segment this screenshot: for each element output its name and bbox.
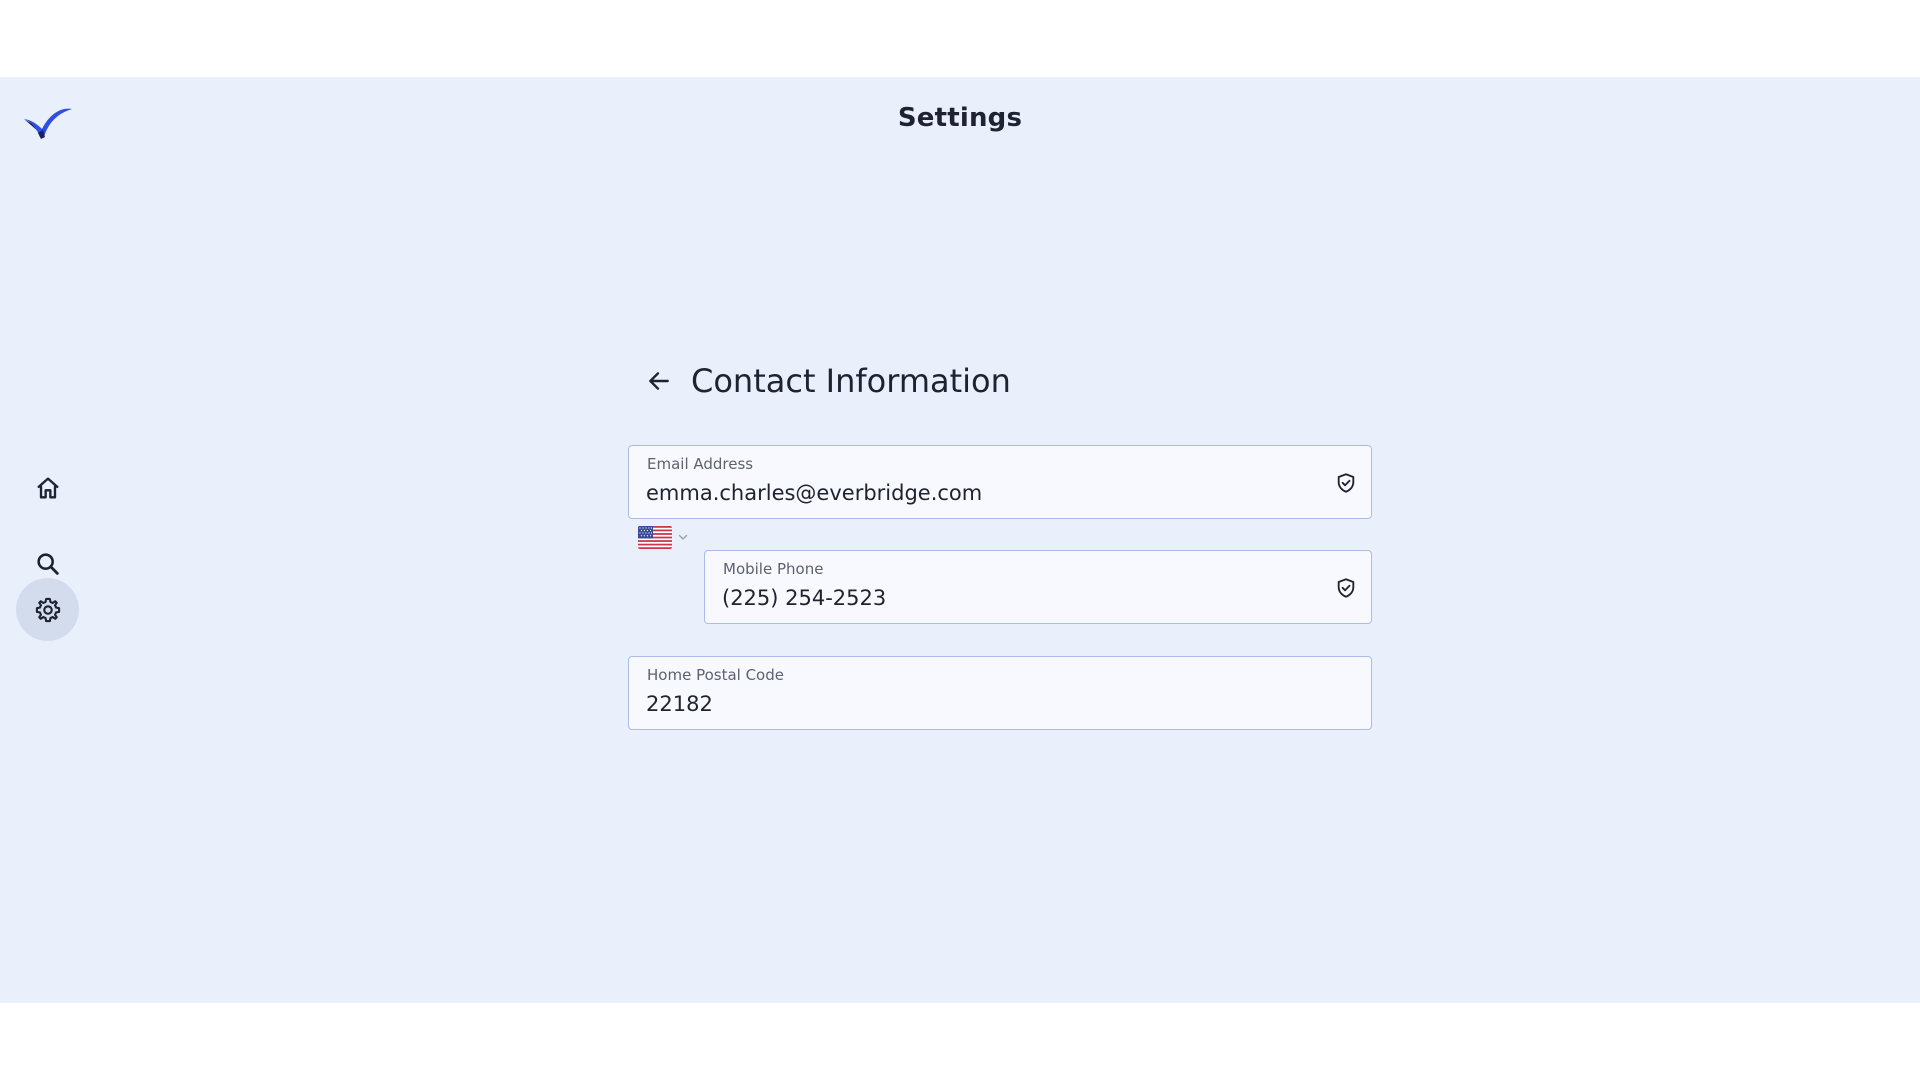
arrow-left-icon <box>649 372 669 390</box>
mobile-phone-input[interactable] <box>722 583 1282 613</box>
shield-check-icon <box>1337 578 1355 598</box>
home-icon <box>37 477 58 498</box>
email-field-label: Email Address <box>647 455 754 473</box>
home-postal-code-field[interactable]: Home Postal Code <box>628 656 1372 730</box>
shield-check-icon <box>1337 473 1355 493</box>
search-icon <box>36 552 59 575</box>
country-code-select[interactable] <box>638 520 694 554</box>
app-window: Settings Contact Information Email Addre… <box>0 77 1920 1003</box>
page-title: Settings <box>897 103 1023 133</box>
back-button[interactable] <box>642 364 676 398</box>
chevron-down-icon <box>678 534 688 540</box>
sidebar-item-settings[interactable] <box>16 578 79 641</box>
section-header: Contact Information <box>628 357 1372 405</box>
us-flag-icon <box>638 525 672 549</box>
mobile-phone-field-label: Mobile Phone <box>723 560 824 578</box>
section-title: Contact Information <box>691 362 1011 400</box>
sidebar-item-home[interactable] <box>16 456 79 519</box>
email-field[interactable]: Email Address <box>628 445 1372 519</box>
home-postal-code-input[interactable] <box>646 689 1266 719</box>
home-postal-code-field-label: Home Postal Code <box>647 666 784 684</box>
mobile-phone-field[interactable]: Mobile Phone <box>704 550 1372 624</box>
contact-information-panel: Contact Information Email Address emma.c… <box>628 357 1372 730</box>
gear-icon <box>35 597 60 622</box>
email-input[interactable] <box>646 478 1266 508</box>
